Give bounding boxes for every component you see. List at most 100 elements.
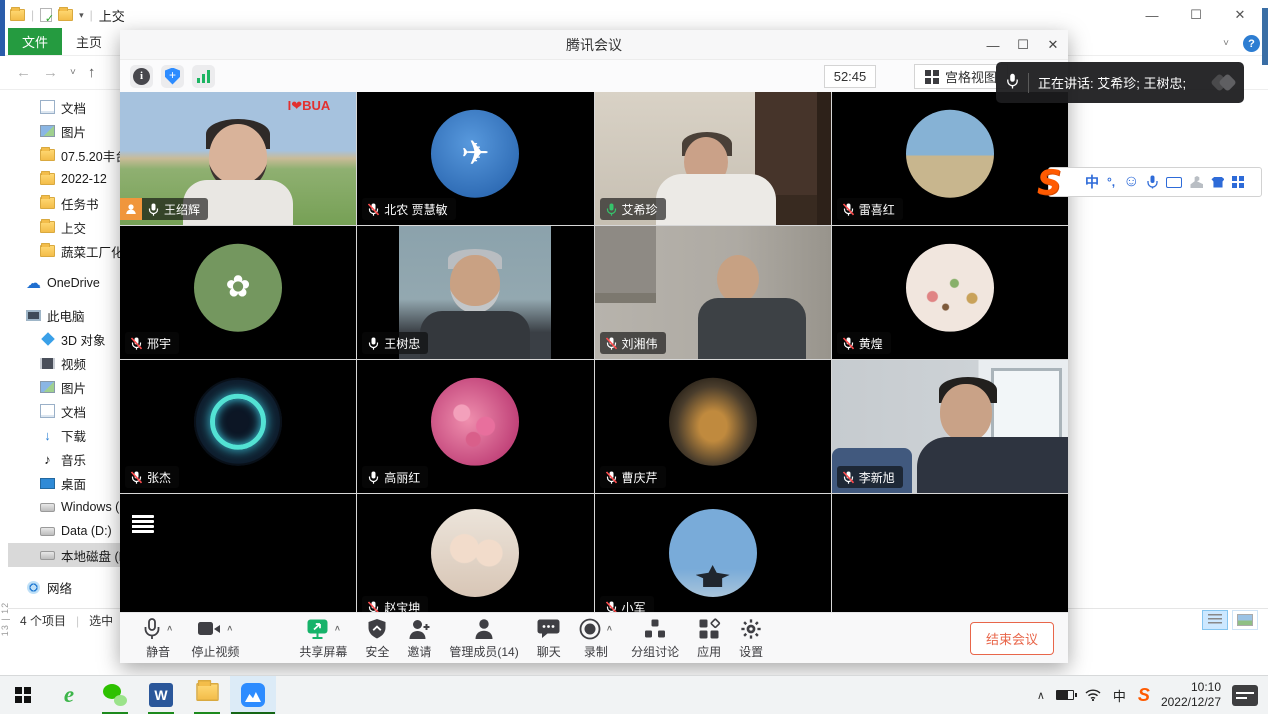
chevron-up-icon[interactable]: ∧ xyxy=(334,624,341,633)
invite-button[interactable]: 邀请 xyxy=(398,613,440,663)
keyboard-icon[interactable] xyxy=(1166,177,1182,188)
breakout-rooms-button[interactable]: 分组讨论 xyxy=(622,613,688,663)
taskbar-item-explorer[interactable] xyxy=(184,676,230,714)
taskbar-item-browser[interactable]: e xyxy=(46,676,92,714)
meeting-network-button[interactable] xyxy=(192,65,215,88)
account-icon[interactable] xyxy=(1190,176,1203,188)
wifi-icon[interactable] xyxy=(1085,689,1101,701)
thumbnail-view-button[interactable] xyxy=(1232,610,1258,630)
taskbar-item-wechat[interactable] xyxy=(92,676,138,714)
sidebar-item-folder[interactable]: 任务书 xyxy=(8,191,120,215)
back-button[interactable]: ← xyxy=(16,64,31,81)
toolbox-grid-icon[interactable] xyxy=(1232,176,1244,188)
history-dropdown-icon[interactable]: ˅ xyxy=(70,67,76,78)
sidebar-item-network[interactable]: 网络 xyxy=(8,575,120,599)
details-view-button[interactable] xyxy=(1202,610,1228,630)
manage-members-button[interactable]: 管理成员(14) xyxy=(440,613,527,663)
meeting-security-button[interactable] xyxy=(161,65,184,88)
record-button[interactable]: ∧ 录制 xyxy=(570,613,622,663)
chevron-up-icon[interactable]: ∧ xyxy=(606,624,613,633)
participant-tile[interactable]: 曹庆芹 xyxy=(595,360,831,493)
doodle-avatar xyxy=(906,243,994,331)
battery-icon[interactable] xyxy=(1056,690,1074,700)
sogou-logo-icon[interactable]: S xyxy=(1037,163,1062,203)
sidebar-item-folder[interactable]: 蔬菜工厂化 xyxy=(8,239,120,263)
participant-tile[interactable]: 赵宝坤 xyxy=(357,494,593,612)
properties-icon[interactable] xyxy=(40,8,52,22)
new-folder-icon[interactable] xyxy=(58,9,73,21)
sidebar-item-pictures[interactable]: 图片 xyxy=(8,119,120,143)
apps-button[interactable]: 应用 xyxy=(688,613,730,663)
taskbar-clock[interactable]: 10:10 2022/12/27 xyxy=(1161,680,1221,710)
sidebar-item-desktop[interactable]: 桌面 xyxy=(8,471,120,495)
settings-button[interactable]: 设置 xyxy=(730,613,772,663)
participant-tile[interactable]: 高丽红 xyxy=(357,360,593,493)
sidebar-item-downloads[interactable]: ↓下载 xyxy=(8,423,120,447)
participant-tile[interactable]: ✿ 邢宇 xyxy=(120,226,356,359)
stop-video-button[interactable]: ∧ 停止视频 xyxy=(182,613,248,663)
explorer-close-button[interactable]: ✕ xyxy=(1218,0,1262,30)
sidebar-item-drive-e[interactable]: 本地磁盘 (E xyxy=(8,543,120,567)
taskbar-item-meeting[interactable] xyxy=(230,676,276,714)
up-button[interactable]: ↑ xyxy=(88,64,96,81)
end-meeting-button[interactable]: 结束会议 xyxy=(970,622,1054,655)
skin-icon[interactable] xyxy=(1211,177,1224,188)
mute-button[interactable]: ∧ 静音 xyxy=(134,613,182,663)
explorer-maximize-button[interactable]: ☐ xyxy=(1174,0,1218,30)
layout-list-icon[interactable] xyxy=(130,512,156,536)
participant-tile[interactable]: 艾希珍 xyxy=(595,92,831,225)
sidebar-item-drive-c[interactable]: Windows (C xyxy=(8,495,120,519)
start-button[interactable] xyxy=(0,676,46,714)
sidebar-item-pictures[interactable]: 图片 xyxy=(8,375,120,399)
help-icon[interactable]: ? xyxy=(1243,35,1260,52)
participant-tile[interactable]: 王树忠 xyxy=(357,226,593,359)
ribbon-collapse-icon[interactable]: ˅ xyxy=(1223,38,1229,49)
sidebar-item-documents[interactable]: 文档 xyxy=(8,399,120,423)
chat-button[interactable]: 聊天 xyxy=(528,613,570,663)
taskbar-item-word[interactable]: W xyxy=(138,676,184,714)
explorer-minimize-button[interactable]: — xyxy=(1130,0,1174,30)
participant-tile[interactable]: 刘湘伟 xyxy=(595,226,831,359)
meeting-info-button[interactable]: i xyxy=(130,65,153,88)
participant-tile[interactable] xyxy=(120,494,356,612)
sidebar-item-this-pc[interactable]: 此电脑 xyxy=(8,303,120,327)
sidebar-item-folder[interactable]: 2022-12 xyxy=(8,167,120,191)
tab-file[interactable]: 文件 xyxy=(8,28,62,55)
forward-button[interactable]: → xyxy=(43,64,58,81)
sidebar-item-folder[interactable]: 上交 xyxy=(8,215,120,239)
sidebar-item-music[interactable]: ♪音乐 xyxy=(8,447,120,471)
sidebar-item-onedrive[interactable]: ☁OneDrive xyxy=(8,271,120,295)
participant-tile[interactable]: I❤BUA 王绍辉 xyxy=(120,92,356,225)
sidebar-item-folder[interactable]: 07.5.20丰台 xyxy=(8,143,120,167)
participant-tile[interactable] xyxy=(832,494,1068,612)
sidebar-item-3d-objects[interactable]: 3D 对象 xyxy=(8,327,120,351)
ime-chinese-mode-icon[interactable]: 中 xyxy=(1085,172,1099,192)
chevron-up-icon[interactable]: ∧ xyxy=(166,624,173,633)
participant-tile[interactable]: 李新旭 xyxy=(832,360,1068,493)
meeting-maximize-button[interactable]: ☐ xyxy=(1008,30,1038,60)
sidebar-item-documents[interactable]: 文档 xyxy=(8,95,120,119)
participant-tile[interactable]: ✈ 北农 贾慧敏 xyxy=(357,92,593,225)
share-screen-button[interactable]: ∧ 共享屏幕 xyxy=(290,613,356,663)
participant-tile[interactable]: 小军 xyxy=(595,494,831,612)
chevron-down-icon[interactable]: ▾ xyxy=(79,10,84,21)
tab-home[interactable]: 主页 xyxy=(62,28,116,55)
meeting-close-button[interactable]: ✕ xyxy=(1038,30,1068,60)
chevron-up-icon[interactable]: ∧ xyxy=(226,624,233,633)
punctuation-icon[interactable]: °, xyxy=(1107,175,1115,189)
sogou-tray-icon[interactable]: S xyxy=(1138,685,1150,706)
tray-expand-icon[interactable]: ∧ xyxy=(1037,689,1045,702)
voice-input-icon[interactable] xyxy=(1147,175,1158,189)
notification-icon[interactable] xyxy=(1232,685,1258,706)
grid-view-button[interactable]: 宫格视图 xyxy=(914,64,1008,89)
emoji-icon[interactable]: ☺ xyxy=(1123,173,1139,191)
explorer-window-title: 上交 xyxy=(99,6,125,25)
ime-indicator[interactable]: 中 xyxy=(1112,685,1127,706)
security-button[interactable]: 安全 xyxy=(356,613,398,663)
meeting-minimize-button[interactable]: — xyxy=(978,30,1008,60)
sidebar-item-drive-d[interactable]: Data (D:) xyxy=(8,519,120,543)
participant-tile[interactable]: 张杰 xyxy=(120,360,356,493)
participant-tile[interactable]: 雷喜红 xyxy=(832,92,1068,225)
sidebar-item-videos[interactable]: 视频 xyxy=(8,351,120,375)
participant-tile[interactable]: 黄煌 xyxy=(832,226,1068,359)
